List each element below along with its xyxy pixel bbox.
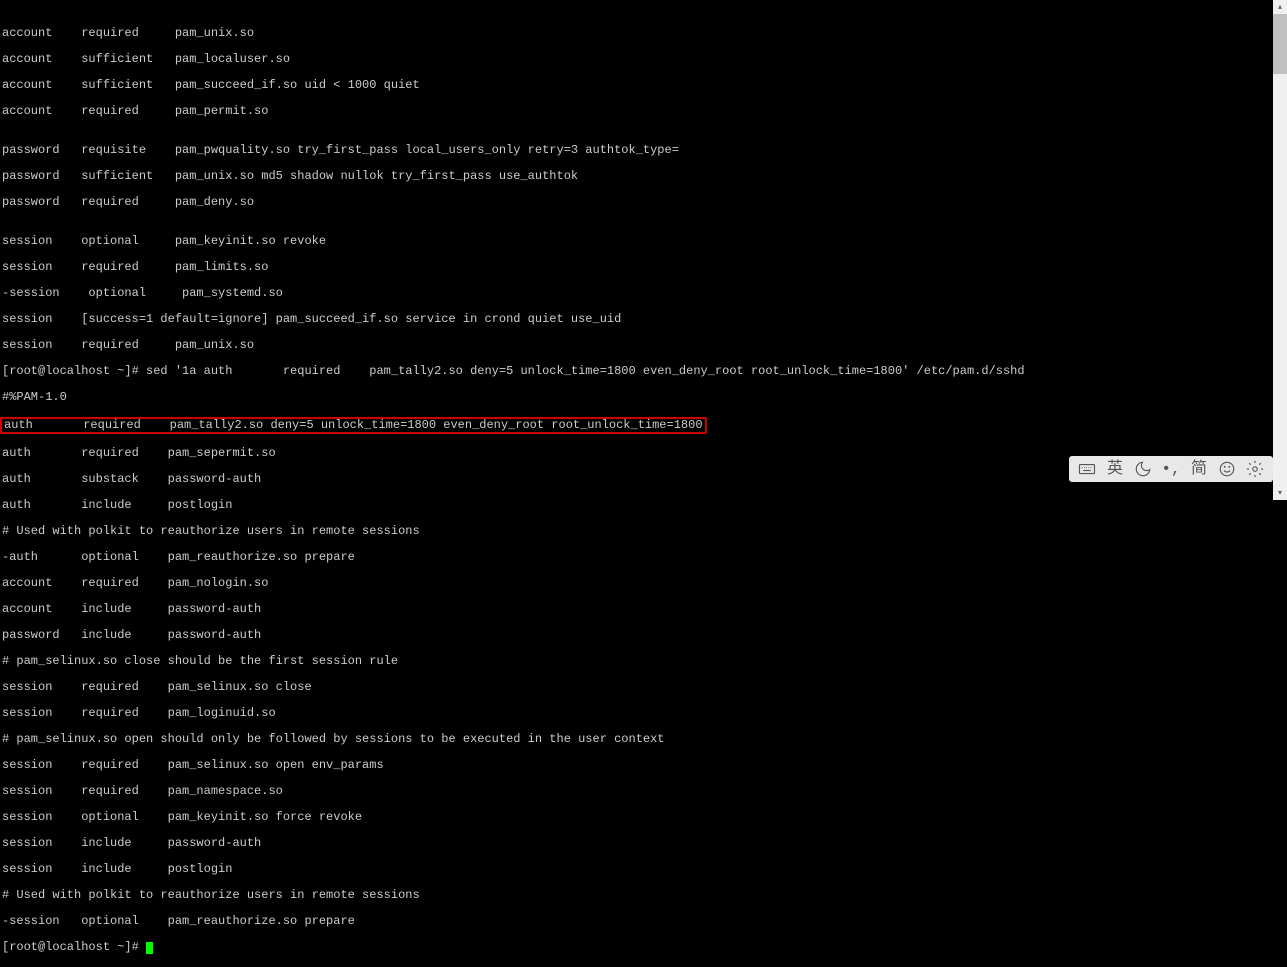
language-indicator[interactable]: 英 (1105, 459, 1125, 479)
terminal-line: -session optional pam_reauthorize.so pre… (2, 915, 1287, 928)
gear-icon[interactable] (1245, 459, 1265, 479)
terminal-line: account sufficient pam_localuser.so (2, 53, 1287, 66)
terminal-line: session [success=1 default=ignore] pam_s… (2, 313, 1287, 326)
terminal-line: auth include postlogin (2, 499, 1287, 512)
terminal-line: account sufficient pam_succeed_if.so uid… (2, 79, 1287, 92)
ime-toolbar: 英 •, 简 (1069, 456, 1273, 482)
terminal-command: [root@localhost ~]# sed '1a auth require… (2, 365, 1287, 378)
terminal-line: account required pam_nologin.so (2, 577, 1287, 590)
terminal-line: # pam_selinux.so close should be the fir… (2, 655, 1287, 668)
terminal-line: session required pam_namespace.so (2, 785, 1287, 798)
terminal-prompt-line[interactable]: [root@localhost ~]# (2, 941, 1287, 954)
terminal-line: account required pam_permit.so (2, 105, 1287, 118)
terminal-line: session required pam_selinux.so close (2, 681, 1287, 694)
terminal-line: password required pam_deny.so (2, 196, 1287, 209)
punctuation-indicator[interactable]: •, (1161, 459, 1181, 479)
terminal-line: session required pam_limits.so (2, 261, 1287, 274)
scroll-down-button[interactable]: ▾ (1273, 486, 1287, 500)
terminal-line: # pam_selinux.so open should only be fol… (2, 733, 1287, 746)
prompt-text: [root@localhost ~]# (2, 940, 146, 954)
scroll-up-button[interactable]: ▴ (1273, 0, 1287, 14)
moon-icon[interactable] (1133, 459, 1153, 479)
terminal-line: -session optional pam_systemd.so (2, 287, 1287, 300)
terminal-line: #%PAM-1.0 (2, 391, 1287, 404)
emoji-icon[interactable] (1217, 459, 1237, 479)
keyboard-icon[interactable] (1077, 459, 1097, 479)
terminal-line-highlighted: auth required pam_tally2.so deny=5 unloc… (2, 417, 1287, 434)
vertical-scrollbar[interactable]: ▴ ▾ (1273, 0, 1287, 500)
simplified-indicator[interactable]: 简 (1189, 459, 1209, 479)
scroll-thumb[interactable] (1273, 14, 1287, 74)
terminal-output: account required pam_unix.so account suf… (0, 0, 1287, 967)
terminal-line: session required pam_unix.so (2, 339, 1287, 352)
terminal-line: session optional pam_keyinit.so revoke (2, 235, 1287, 248)
highlighted-pam-rule: auth required pam_tally2.so deny=5 unloc… (0, 417, 707, 434)
cursor (146, 942, 153, 954)
terminal-line: session required pam_selinux.so open env… (2, 759, 1287, 772)
terminal-line: session required pam_loginuid.so (2, 707, 1287, 720)
terminal-line: account include password-auth (2, 603, 1287, 616)
terminal-line: # Used with polkit to reauthorize users … (2, 889, 1287, 902)
terminal-line: session optional pam_keyinit.so force re… (2, 811, 1287, 824)
terminal-line: session include postlogin (2, 863, 1287, 876)
terminal-line: password sufficient pam_unix.so md5 shad… (2, 170, 1287, 183)
terminal-line: account required pam_unix.so (2, 27, 1287, 40)
terminal-line: session include password-auth (2, 837, 1287, 850)
terminal-line: password include password-auth (2, 629, 1287, 642)
terminal-line: password requisite pam_pwquality.so try_… (2, 144, 1287, 157)
terminal-line: # Used with polkit to reauthorize users … (2, 525, 1287, 538)
terminal-line: -auth optional pam_reauthorize.so prepar… (2, 551, 1287, 564)
